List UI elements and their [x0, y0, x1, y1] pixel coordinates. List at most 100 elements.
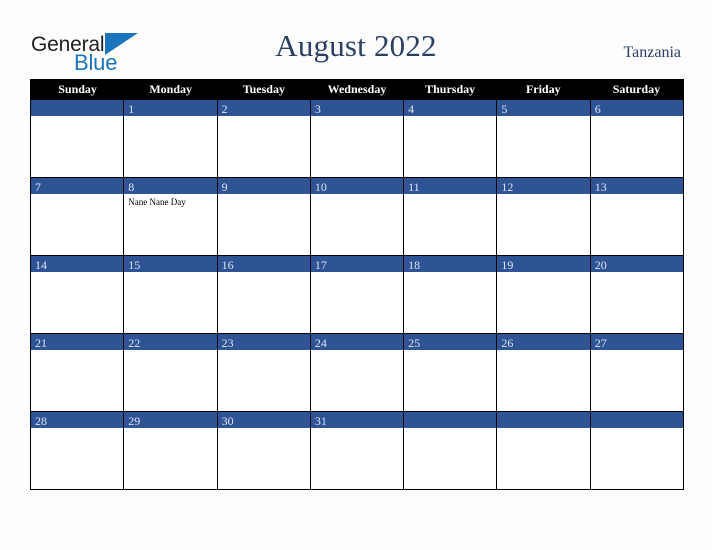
day-number: 29 [128, 414, 141, 428]
day-events [404, 272, 496, 274]
day-events [124, 272, 216, 274]
calendar-day-cell-11[interactable]: 11 [403, 178, 497, 255]
day-events [218, 194, 310, 196]
calendar-weeks: 1 2 3 4 5 6 7 8 Nane Nane Day 9 10 11 12 13 14 15 16 17 18… [31, 100, 683, 489]
weekday-header-friday: Friday [525, 82, 561, 96]
day-events [404, 194, 496, 196]
day-number-band [590, 412, 683, 428]
weekday-header-tuesday: Tuesday [242, 82, 285, 96]
day-number: 25 [408, 336, 421, 350]
day-number-band: 17 [310, 256, 404, 272]
day-number-band: 28 [31, 412, 124, 428]
day-events [218, 428, 310, 430]
calendar-day-cell-1[interactable]: 1 [123, 100, 217, 177]
day-events [311, 194, 403, 196]
calendar-day-cell-3[interactable]: 3 [309, 100, 404, 177]
day-number-band: 25 [404, 334, 497, 350]
calendar-day-cell-27[interactable]: 27 [589, 334, 683, 411]
day-number-band: 20 [590, 256, 683, 272]
calendar-day-cell-10[interactable]: 10 [309, 178, 404, 255]
day-events [311, 116, 403, 118]
day-events [124, 350, 216, 352]
day-events [591, 350, 683, 352]
day-events [497, 116, 589, 118]
holiday-event-label: Nane Nane Day [128, 197, 186, 207]
day-number: 3 [314, 102, 321, 116]
day-events [497, 350, 589, 352]
day-events [124, 428, 216, 430]
day-number: 28 [35, 414, 47, 428]
calendar-day-cell-20[interactable]: 20 [589, 256, 683, 333]
day-number-band: 27 [590, 334, 683, 350]
day-number: 20 [594, 258, 607, 272]
day-number: 17 [314, 258, 327, 272]
calendar-day-cell-7[interactable]: 7 [31, 178, 124, 255]
day-number-band: 21 [31, 334, 124, 350]
calendar-day-cell-24[interactable]: 24 [309, 334, 404, 411]
day-number-band: 4 [404, 100, 497, 116]
day-events [31, 272, 123, 274]
day-number: 16 [221, 258, 234, 272]
calendar-day-cell-4[interactable]: 4 [403, 100, 497, 177]
day-events [591, 272, 683, 274]
day-events [497, 272, 589, 274]
day-number: 12 [501, 180, 514, 194]
calendar-day-cell-empty [589, 412, 683, 489]
calendar-day-cell-6[interactable]: 6 [589, 100, 683, 177]
day-number: 18 [408, 258, 421, 272]
calendar-day-cell-12[interactable]: 12 [496, 178, 590, 255]
calendar-day-cell-empty [403, 412, 497, 489]
calendar-day-cell-5[interactable]: 5 [496, 100, 590, 177]
calendar-week-row: 1 2 3 4 5 6 [31, 100, 683, 177]
day-events [404, 116, 496, 118]
calendar-day-cell-18[interactable]: 18 [403, 256, 497, 333]
day-number: 19 [501, 258, 514, 272]
day-events [311, 428, 403, 430]
calendar-day-cell-21[interactable]: 21 [31, 334, 124, 411]
calendar-day-cell-14[interactable]: 14 [31, 256, 124, 333]
day-number-band: 30 [217, 412, 310, 428]
calendar-week-row: 14 15 16 17 18 19 20 [31, 255, 683, 333]
day-number-band: 18 [404, 256, 497, 272]
day-events [311, 350, 403, 352]
calendar-week-row: 28 29 30 31 [31, 411, 683, 489]
calendar-day-cell-9[interactable]: 9 [216, 178, 310, 255]
day-events [31, 194, 123, 196]
calendar-day-cell-15[interactable]: 15 [123, 256, 217, 333]
calendar-day-cell-30[interactable]: 30 [216, 412, 310, 489]
day-number: 23 [221, 336, 234, 350]
calendar-day-cell-8[interactable]: 8 Nane Nane Day [123, 178, 217, 255]
calendar-day-cell-23[interactable]: 23 [216, 334, 310, 411]
calendar-day-cell-28[interactable]: 28 [31, 412, 124, 489]
calendar-day-cell-22[interactable]: 22 [123, 334, 217, 411]
calendar-day-cell-26[interactable]: 26 [496, 334, 590, 411]
day-number-band: 22 [124, 334, 217, 350]
calendar-week-row: 7 8 Nane Nane Day 9 10 11 12 13 [31, 177, 683, 255]
calendar-day-cell-16[interactable]: 16 [216, 256, 310, 333]
calendar-day-cell-17[interactable]: 17 [309, 256, 404, 333]
calendar-day-cell-13[interactable]: 13 [589, 178, 683, 255]
day-number: 8 [128, 180, 135, 194]
day-events [591, 194, 683, 196]
day-events [311, 272, 403, 274]
day-number: 15 [128, 258, 141, 272]
day-events [497, 428, 589, 430]
day-events [591, 428, 683, 430]
day-number-band: 3 [310, 100, 404, 116]
day-events [124, 116, 216, 118]
day-number-band: 12 [497, 178, 590, 194]
day-number: 11 [408, 180, 420, 194]
calendar-day-cell-29[interactable]: 29 [123, 412, 217, 489]
calendar-day-cell-31[interactable]: 31 [309, 412, 404, 489]
day-events [218, 350, 310, 352]
day-number-band: 2 [217, 100, 310, 116]
weekday-header-row: Sunday Monday Tuesday Wednesday Thursday Frid… [31, 79, 683, 100]
calendar-day-cell-19[interactable]: 19 [496, 256, 590, 333]
calendar-week-row: 21 22 23 24 25 26 27 [31, 333, 683, 411]
weekday-header-wednesday: Wednesday [327, 82, 387, 96]
weekday-header-monday: Monday [149, 82, 193, 96]
day-number-band: 10 [310, 178, 404, 194]
calendar-day-cell-2[interactable]: 2 [216, 100, 310, 177]
day-events [218, 116, 310, 118]
calendar-day-cell-25[interactable]: 25 [403, 334, 497, 411]
